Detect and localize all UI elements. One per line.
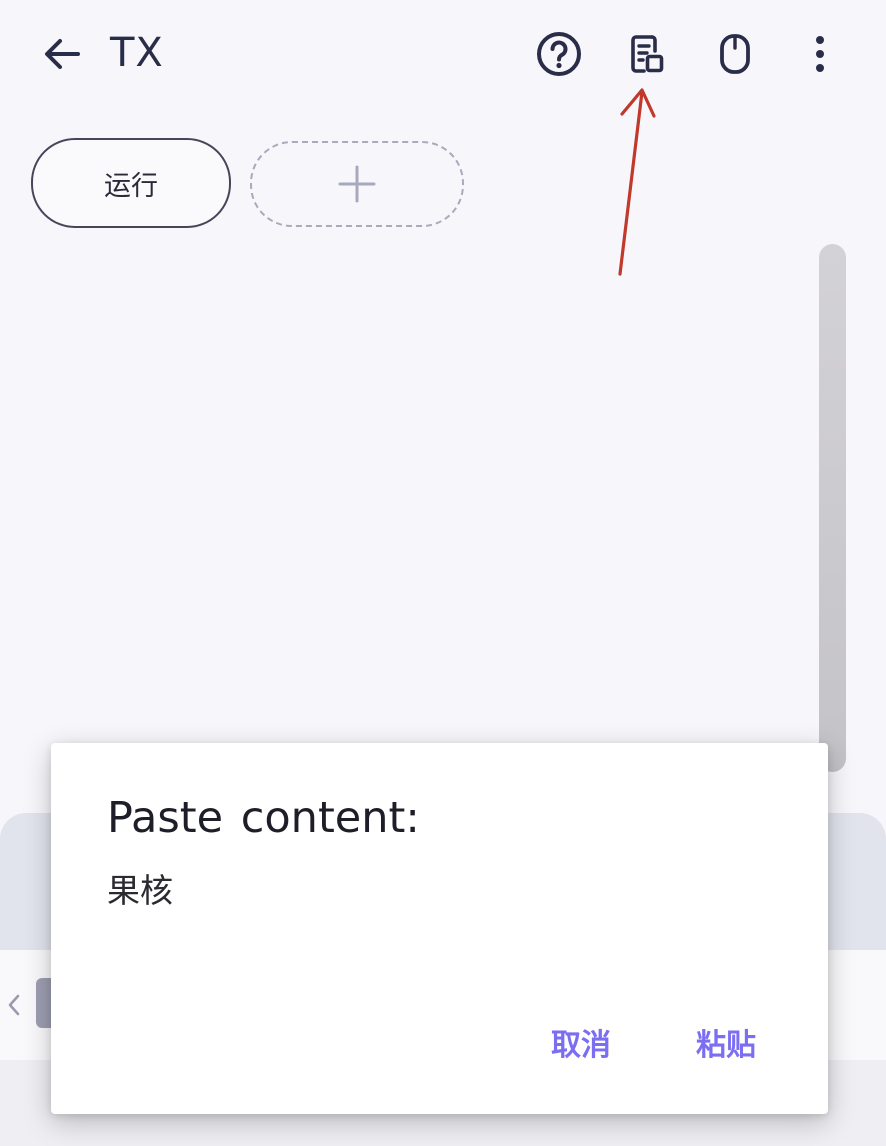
annotation-arrow-icon: [618, 88, 656, 276]
dialog-title: Paste content:: [107, 793, 420, 843]
plus-icon: [338, 165, 376, 203]
back-button[interactable]: [38, 30, 86, 78]
scroll-left-button[interactable]: [4, 990, 24, 1020]
page-title: TX: [110, 30, 164, 76]
paste-button[interactable]: 粘贴: [692, 1021, 760, 1071]
mouse-mode-button[interactable]: [709, 28, 761, 80]
chevron-left-icon: [8, 994, 20, 1016]
help-button[interactable]: [533, 28, 585, 80]
scrollbar[interactable]: [819, 244, 846, 772]
help-circle-icon: [537, 32, 581, 76]
paste-dialog: Paste content: 果核 取消 粘贴: [51, 743, 828, 1114]
clipboard-button[interactable]: [620, 28, 672, 80]
add-tab-button[interactable]: [250, 141, 464, 227]
app-bar: TX: [0, 0, 886, 110]
more-options-button[interactable]: [794, 28, 846, 80]
clipboard-icon: [631, 35, 664, 73]
dialog-content: 果核: [107, 871, 173, 910]
more-vertical-icon: [816, 36, 824, 72]
tab-run[interactable]: 运行: [31, 138, 231, 228]
mouse-icon: [720, 34, 750, 74]
cancel-button[interactable]: 取消: [547, 1021, 615, 1071]
back-arrow-icon: [45, 39, 80, 69]
